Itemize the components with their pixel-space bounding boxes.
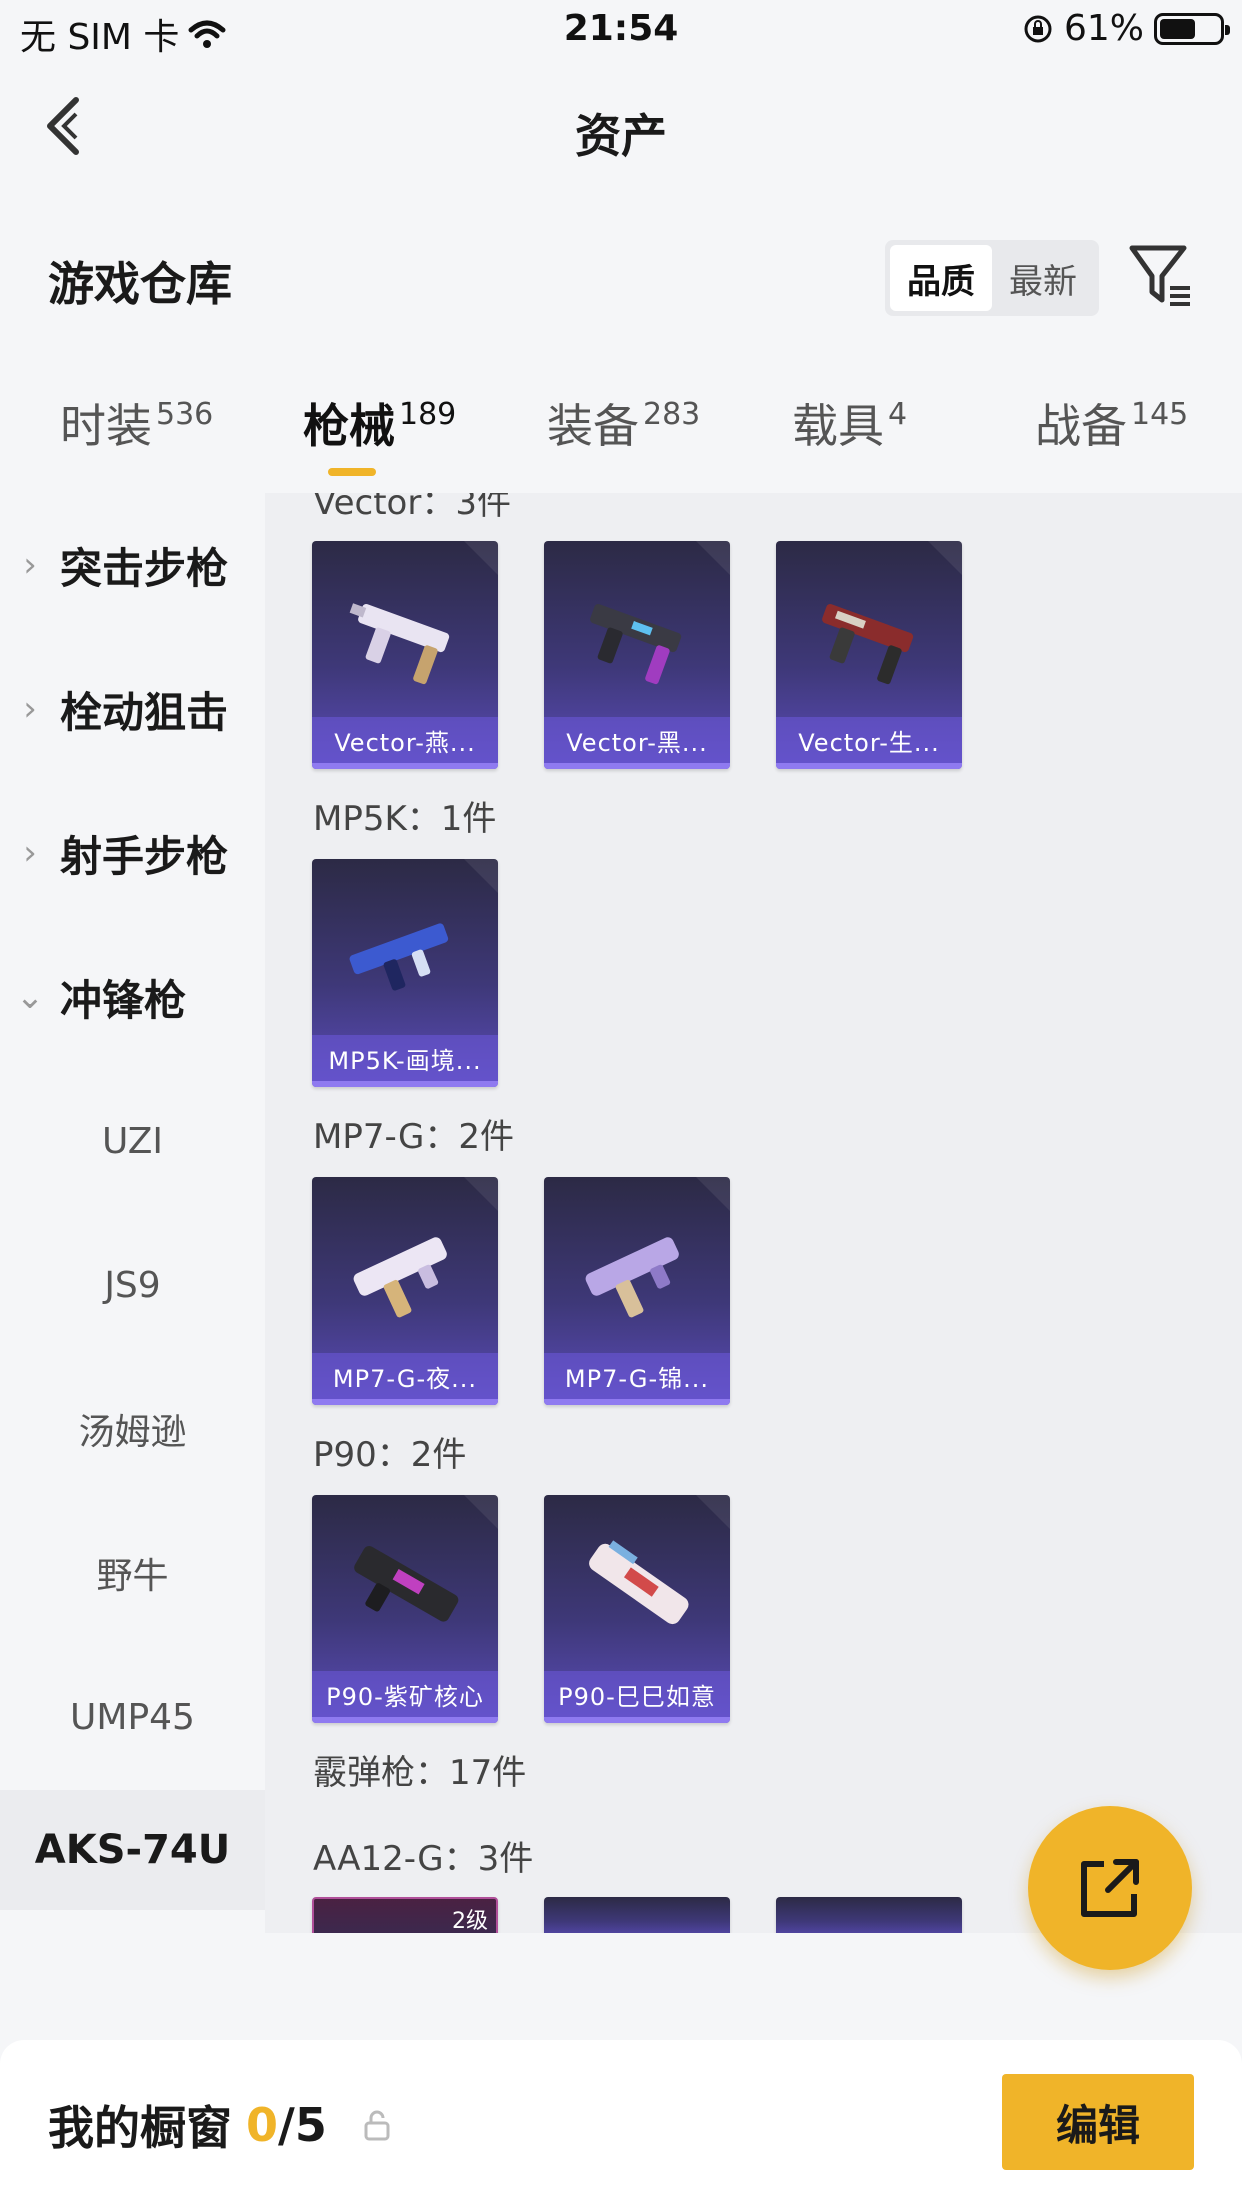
group-title-vector: Vector：3件 — [313, 493, 511, 523]
group-title-p90: P90：2件 — [313, 1435, 467, 1475]
chevron-right-icon: › — [23, 545, 37, 585]
rotation-lock-icon — [1024, 15, 1052, 42]
showcase-count: 0 — [246, 2098, 279, 2152]
tab-fashion[interactable]: 时装 536 — [60, 390, 213, 456]
group-title-mp7g: MP7-G：2件 — [313, 1117, 514, 1157]
item-card[interactable]: P90-巳巳如意 — [544, 1495, 730, 1723]
gun-icon — [585, 1237, 679, 1318]
share-button[interactable] — [1028, 1806, 1192, 1970]
category-sidebar: › 突击步枪 › 栓动狙击 › 射手步枪 ⌄ 冲锋枪 UZI JS9 汤姆逊 野… — [0, 493, 265, 1933]
item-card[interactable]: MP5K-画境... — [312, 859, 498, 1087]
sidebar-subitem-bizon[interactable]: 野牛 — [0, 1513, 265, 1633]
sidebar-subitem-thompson[interactable]: 汤姆逊 — [0, 1369, 265, 1489]
chevron-right-icon: › — [23, 833, 37, 873]
item-card[interactable]: MP7-G-锦... — [544, 1177, 730, 1405]
item-card[interactable] — [776, 1897, 962, 1933]
item-card[interactable]: 2级 — [312, 1897, 498, 1933]
gun-icon — [589, 1540, 689, 1625]
sidebar-item-bolt-sniper[interactable]: › 栓动狙击 — [0, 649, 265, 769]
page-title: 资产 — [575, 109, 667, 163]
sidebar-item-marksman-rifle[interactable]: › 射手步枪 — [0, 793, 265, 913]
category-tabs: 时装 536 枪械 189 装备 283 载具 4 战备 145 — [0, 370, 1242, 480]
sidebar-subitem-aks74u[interactable]: AKS-74U — [0, 1790, 265, 1910]
item-card[interactable]: P90-紫矿核心 — [312, 1495, 498, 1723]
showcase-title: 我的橱窗 — [48, 2101, 232, 2155]
sort-toggle: 品质 最新 — [885, 240, 1099, 316]
sidebar-subitem-ump45[interactable]: UMP45 — [0, 1657, 265, 1777]
filter-icon — [1129, 245, 1190, 306]
tab-firearms[interactable]: 枪械 189 — [303, 390, 456, 456]
edit-button[interactable]: 编辑 — [1002, 2074, 1194, 2170]
gun-icon — [349, 603, 450, 685]
warehouse-title: 游戏仓库 — [48, 257, 232, 311]
tab-vehicles[interactable]: 载具 4 — [792, 390, 907, 456]
filter-button[interactable] — [1126, 240, 1194, 310]
showcase-bar: 我的橱窗 0 /5 编辑 — [0, 2040, 1242, 2208]
item-card[interactable] — [544, 1897, 730, 1933]
item-card[interactable]: MP7-G-夜... — [312, 1177, 498, 1405]
sidebar-item-smg[interactable]: ⌄ 冲锋枪 — [0, 937, 265, 1057]
sort-option-newest[interactable]: 最新 — [992, 245, 1094, 311]
item-grid: Vector：3件 Vector-燕... Vector-黑... Vector… — [265, 493, 1242, 1933]
gun-icon — [822, 604, 914, 685]
warehouse-header: 游戏仓库 品质 最新 — [0, 218, 1242, 338]
showcase-total: /5 — [278, 2098, 327, 2152]
tab-equipment[interactable]: 装备 283 — [547, 390, 700, 456]
sidebar-subitem-uzi[interactable]: UZI — [0, 1081, 265, 1201]
sidebar-item-assault-rifle[interactable]: › 突击步枪 — [0, 505, 265, 625]
sidebar-subitem-js9[interactable]: JS9 — [0, 1225, 265, 1345]
item-card[interactable]: Vector-燕... — [312, 541, 498, 769]
status-bar: 无 SIM 卡 21:54 61% — [0, 0, 1242, 62]
battery-percent: 61% — [1063, 8, 1144, 49]
gun-icon — [354, 1546, 459, 1622]
chevron-down-icon: ⌄ — [15, 977, 45, 1017]
battery-icon — [1154, 12, 1230, 45]
gun-icon — [353, 1237, 447, 1318]
gun-icon — [590, 604, 682, 685]
item-card[interactable]: Vector-黑... — [544, 541, 730, 769]
sort-option-quality[interactable]: 品质 — [890, 245, 992, 311]
active-tab-indicator — [328, 468, 376, 476]
group-title-mp5k: MP5K：1件 — [313, 799, 497, 839]
level-badge: 2级 — [452, 1909, 488, 1933]
nav-bar: 资产 — [0, 62, 1242, 192]
item-card[interactable]: Vector-生... — [776, 541, 962, 769]
gun-icon — [349, 923, 449, 991]
group-title-shotgun: 霰弹枪：17件 — [313, 1753, 527, 1793]
chevron-right-icon: › — [23, 689, 37, 729]
share-icon — [1081, 1859, 1139, 1917]
group-title-aa12g: AA12-G：3件 — [313, 1839, 534, 1879]
tab-gear[interactable]: 战备 145 — [1035, 390, 1188, 456]
lock-icon — [364, 2110, 390, 2141]
